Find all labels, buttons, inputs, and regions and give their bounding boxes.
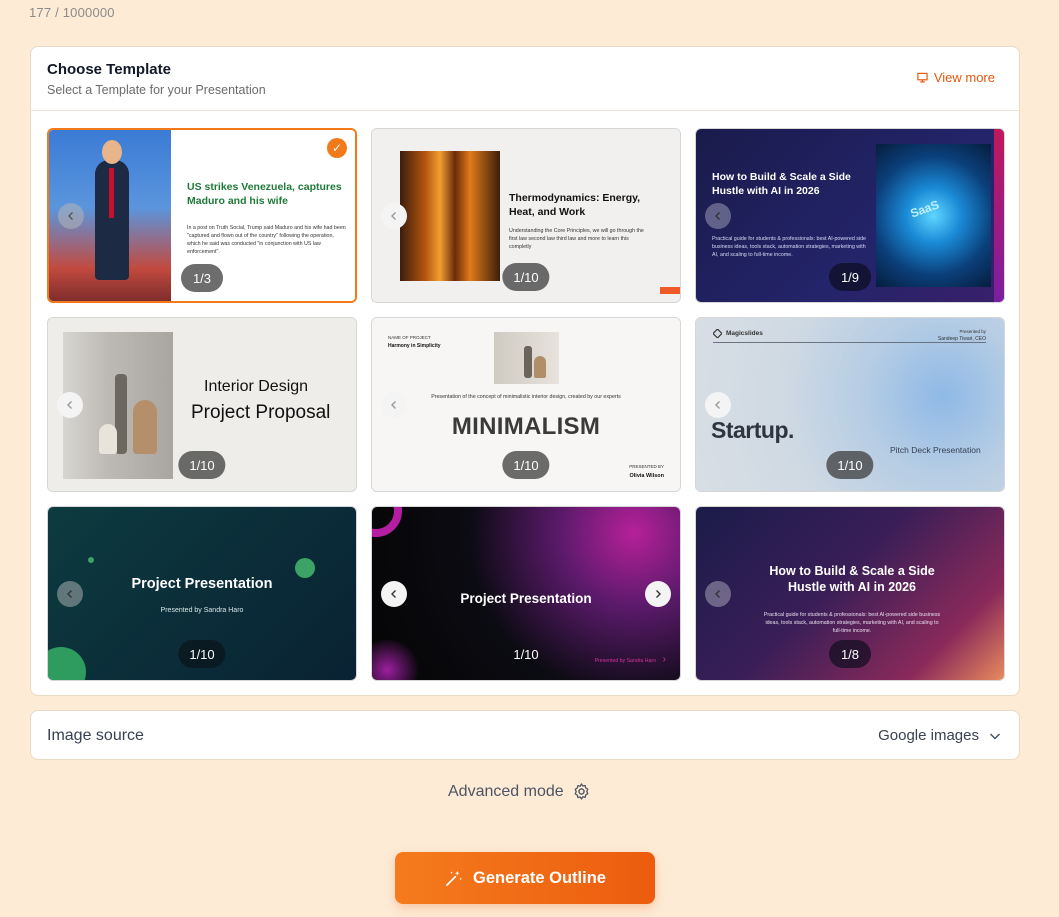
generate-outline-label: Generate Outline bbox=[473, 868, 606, 887]
decor-circle bbox=[295, 558, 315, 578]
template-panel: Choose Template Select a Template for yo… bbox=[30, 46, 1020, 696]
slide-footer: Presented by Sandra Haro bbox=[594, 658, 656, 664]
panel-title: Choose Template bbox=[47, 61, 171, 78]
slide-subtitle: Pitch Deck Presentation bbox=[890, 445, 981, 455]
slide-counter-badge: 1/10 bbox=[502, 451, 550, 479]
template-card-9[interactable]: How to Build & Scale a Side Hustle with … bbox=[695, 506, 1005, 681]
chevron-left-icon bbox=[68, 211, 73, 220]
chevron-left-icon bbox=[67, 400, 72, 409]
decor-ring bbox=[372, 507, 402, 537]
slide-counter-badge: 1/10 bbox=[502, 263, 550, 291]
image-source-value: Google images bbox=[878, 727, 979, 744]
circuit-image: SaaS bbox=[876, 144, 991, 287]
view-more-link[interactable]: View more bbox=[917, 70, 995, 85]
brand-logo: Magicslides bbox=[713, 329, 763, 338]
image-source-row: Image source Google images bbox=[30, 710, 1020, 760]
chevron-down-icon bbox=[989, 732, 1001, 740]
decor-dot bbox=[88, 557, 94, 563]
template-card-2[interactable]: Thermodynamics: Energy, Heat, and Work U… bbox=[371, 128, 681, 303]
advanced-mode-label: Advanced mode bbox=[448, 782, 564, 800]
vases-image bbox=[494, 332, 559, 384]
bottles-image bbox=[400, 151, 500, 281]
slide-body: Practical guide for students & professio… bbox=[712, 236, 866, 258]
slide-caption: Presentation of the concept of minimalis… bbox=[431, 394, 621, 400]
previous-slide-button[interactable] bbox=[58, 202, 84, 229]
magic-wand-icon bbox=[446, 870, 462, 886]
previous-slide-button[interactable] bbox=[381, 580, 407, 607]
slide-title-small: Interior Design bbox=[204, 378, 309, 395]
previous-slide-button[interactable] bbox=[705, 580, 731, 607]
project-name: Harmony in Simplicity bbox=[388, 343, 441, 349]
presenter-name: Olivia Wilson bbox=[629, 473, 665, 479]
slide-title: Project Presentation bbox=[131, 576, 273, 592]
slide-counter-badge: 1/10 bbox=[178, 451, 226, 479]
chevron-left-icon bbox=[391, 400, 396, 409]
slide-body: Practical guide for students & professio… bbox=[763, 612, 941, 634]
accent-bar bbox=[660, 287, 680, 294]
slide-title: How to Build & Scale a Side Hustle with … bbox=[712, 171, 851, 197]
gear-icon bbox=[574, 783, 589, 800]
slide-title: Project Presentation bbox=[460, 591, 592, 606]
chevron-left-icon bbox=[391, 211, 396, 220]
generate-outline-button[interactable]: Generate Outline bbox=[395, 852, 655, 904]
template-card-6[interactable]: Magicslides Presented by Sandeep Tiwari,… bbox=[695, 317, 1005, 492]
decor-glow bbox=[372, 640, 422, 680]
chevron-right-icon: › bbox=[662, 654, 666, 665]
template-grid: US strikes Venezuela, captures Maduro an… bbox=[47, 128, 1005, 681]
slide-subtitle: Presented by Sandra Haro bbox=[160, 607, 244, 614]
template-card-7[interactable]: Project Presentation Presented by Sandra… bbox=[47, 506, 357, 681]
slide-counter-badge: 1/10 bbox=[826, 451, 874, 479]
brand-name: Magicslides bbox=[726, 330, 763, 337]
image-source-label: Image source bbox=[47, 727, 144, 744]
slide-title: US strikes Venezuela, captures Maduro an… bbox=[187, 181, 342, 207]
chevron-left-icon bbox=[715, 589, 720, 598]
presented-label: PRESENTED BY bbox=[629, 464, 664, 469]
chevron-left-icon bbox=[715, 211, 720, 220]
previous-slide-button[interactable] bbox=[705, 202, 731, 229]
slide-counter-badge: 1/10 bbox=[513, 646, 539, 662]
slide-body: In a post on Truth Social, Trump said Ma… bbox=[187, 225, 346, 255]
decor-circle bbox=[48, 647, 86, 680]
image-source-select[interactable]: Google images bbox=[878, 727, 1001, 744]
monitor-icon bbox=[917, 72, 928, 83]
selected-check-icon: ✓ bbox=[327, 138, 347, 158]
previous-slide-button[interactable] bbox=[381, 391, 407, 418]
presented-label: Presented by bbox=[959, 329, 986, 334]
chevron-right-icon bbox=[656, 589, 661, 598]
magicslides-logo-icon bbox=[713, 329, 722, 338]
slide-counter-badge: 1/8 bbox=[829, 640, 871, 668]
chevron-left-icon bbox=[715, 400, 720, 409]
slide-title: Startup. bbox=[711, 417, 794, 443]
previous-slide-button[interactable] bbox=[57, 580, 83, 607]
slide-title: How to Build & Scale a Side Hustle with … bbox=[769, 564, 935, 594]
template-card-3[interactable]: SaaS How to Build & Scale a Side Hustle … bbox=[695, 128, 1005, 303]
slide-body: Understanding the Core Principles, we wi… bbox=[509, 228, 644, 250]
slide-counter-badge: 1/10 bbox=[178, 640, 226, 668]
character-counter: 177 / 1000000 bbox=[29, 5, 115, 20]
template-card-8[interactable]: Project Presentation Presented by Sandra… bbox=[371, 506, 681, 681]
chevron-left-icon bbox=[67, 589, 72, 598]
template-card-5[interactable]: NAME OF PROJECT Harmony in Simplicity Pr… bbox=[371, 317, 681, 492]
slide-title: Project Proposal bbox=[191, 402, 331, 423]
template-card-4[interactable]: Interior Design Project Proposal 1/10 bbox=[47, 317, 357, 492]
saas-label: SaaS bbox=[908, 197, 941, 221]
advanced-mode-toggle[interactable]: Advanced mode bbox=[448, 782, 591, 801]
slide-title: Thermodynamics: Energy, Heat, and Work bbox=[509, 192, 641, 218]
view-more-label: View more bbox=[933, 70, 995, 85]
previous-slide-button[interactable] bbox=[57, 391, 83, 418]
template-panel-header: Choose Template Select a Template for yo… bbox=[31, 47, 1019, 111]
slide-title: MINIMALISM bbox=[451, 413, 601, 440]
previous-slide-button[interactable] bbox=[705, 391, 731, 418]
slide-counter-badge: 1/9 bbox=[829, 263, 871, 291]
name-label: NAME OF PROJECT bbox=[388, 335, 431, 340]
chevron-left-icon bbox=[391, 589, 396, 598]
accent-stripe bbox=[994, 129, 1004, 302]
template-card-1[interactable]: US strikes Venezuela, captures Maduro an… bbox=[47, 128, 357, 303]
header-divider bbox=[713, 342, 986, 343]
next-slide-button[interactable] bbox=[645, 580, 671, 607]
panel-subtitle: Select a Template for your Presentation bbox=[47, 83, 266, 97]
slide-counter-badge: 1/3 bbox=[181, 264, 223, 292]
previous-slide-button[interactable] bbox=[381, 202, 407, 229]
